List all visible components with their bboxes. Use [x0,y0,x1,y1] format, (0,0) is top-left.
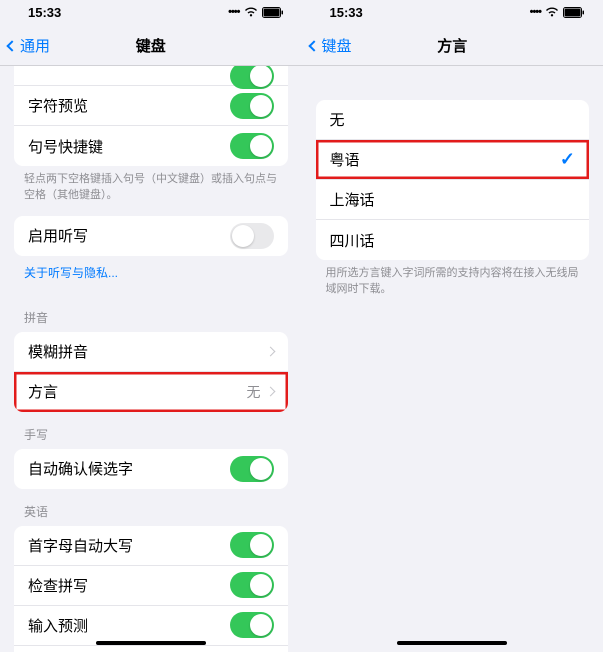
battery-icon [563,7,585,18]
status-bar: 15:33 •••• [0,0,302,20]
toggle-period-shortcut[interactable] [230,133,274,159]
toggle-auto-caps[interactable] [230,532,274,558]
home-indicator[interactable] [96,641,206,645]
group-general: 字符预览 句号快捷键 轻点两下空格键插入句号（中文键盘）或插入句点与空格（其他键… [0,66,302,216]
settings-content: 字符预览 句号快捷键 轻点两下空格键插入句号（中文键盘）或插入句点与空格（其他键… [0,66,302,652]
battery-icon [262,7,284,18]
status-time: 15:33 [330,5,363,20]
list-item-slide-delete[interactable]: 滑行键入时逐词删除 [14,646,288,652]
keyboard-settings-screen: 15:33 •••• 通用 键盘 字符预览 句号快捷键 [0,0,302,652]
back-label: 通用 [20,35,50,56]
row-label: 四川话 [330,230,375,251]
toggle-dictation[interactable] [230,223,274,249]
back-label: 键盘 [322,35,352,56]
row-label: 输入预测 [28,615,88,636]
row-label: 自动确认候选字 [28,458,133,479]
chevron-left-icon [6,40,17,51]
toggle-char-preview[interactable] [230,93,274,119]
chevron-right-icon [265,346,275,356]
signal-dots-icon: •••• [228,6,239,18]
group-dictation: 启用听写 关于听写与隐私... [0,216,302,295]
list-item-cut [14,66,288,86]
row-label: 模糊拼音 [28,341,88,362]
list-item-fuzzy-pinyin[interactable]: 模糊拼音 [14,332,288,372]
wifi-icon [244,7,258,17]
footer-text: 用所选方言键入字词所需的支持内容将在接入无线局域网时下载。 [302,260,603,310]
row-label: 字符预览 [28,95,88,116]
list-item-predictive[interactable]: 输入预测 [14,606,288,646]
toggle-check-spelling[interactable] [230,572,274,598]
nav-bar: 通用 键盘 [0,26,302,66]
group-english: 英语 首字母自动大写 检查拼写 输入预测 滑行键入时逐词删除 [0,489,302,652]
signal-dots-icon: •••• [530,6,541,18]
list-item-dialect[interactable]: 方言 无 [14,372,288,412]
wifi-icon [545,7,559,17]
toggle-auto-confirm[interactable] [230,456,274,482]
row-label: 检查拼写 [28,575,88,596]
row-label: 无 [330,109,345,130]
section-header: 英语 [0,489,302,526]
section-header: 手写 [0,412,302,449]
chevron-right-icon [265,387,275,397]
row-label: 启用听写 [28,225,88,246]
list-item-auto-confirm[interactable]: 自动确认候选字 [14,449,288,489]
page-title: 键盘 [136,35,166,56]
row-detail-value: 无 [247,382,261,402]
row-label: 首字母自动大写 [28,535,133,556]
home-indicator[interactable] [397,641,507,645]
group-pinyin: 拼音 模糊拼音 方言 无 [0,295,302,412]
toggle-predictive[interactable] [230,612,274,638]
section-header: 拼音 [0,295,302,332]
status-icons: •••• [530,6,585,18]
row-label: 方言 [28,381,58,402]
page-title: 方言 [437,35,467,56]
checkmark-icon: ✓ [560,149,575,170]
dictation-privacy-link[interactable]: 关于听写与隐私... [0,256,302,295]
row-label: 句号快捷键 [28,136,103,157]
group-handwriting: 手写 自动确认候选字 [0,412,302,489]
status-bar: 15:33 •••• [302,0,603,20]
nav-bar: 键盘 方言 [302,26,603,66]
list-item-check-spelling[interactable]: 检查拼写 [14,566,288,606]
row-label: 粤语 [330,149,360,170]
dialect-content: 无 粤语 ✓ 上海话 四川话 用所选方言键入字词所需的支持内容将在接入无线局域网… [302,66,603,652]
dialect-settings-screen: 15:33 •••• 键盘 方言 无 粤语 ✓ 上海话 [302,0,603,652]
list-item-period-shortcut[interactable]: 句号快捷键 [14,126,288,166]
list-item-auto-caps[interactable]: 首字母自动大写 [14,526,288,566]
row-label: 上海话 [330,189,375,210]
back-button[interactable]: 键盘 [310,35,352,56]
group-dialects: 无 粤语 ✓ 上海话 四川话 用所选方言键入字词所需的支持内容将在接入无线局域网… [302,100,603,310]
dialect-option-shanghainese[interactable]: 上海话 [316,180,590,220]
dialect-option-cantonese[interactable]: 粤语 ✓ [316,140,590,180]
footer-text: 轻点两下空格键插入句号（中文键盘）或插入句点与空格（其他键盘）。 [0,166,302,216]
chevron-left-icon [308,40,319,51]
dialect-option-sichuanese[interactable]: 四川话 [316,220,590,260]
list-item-dictation[interactable]: 启用听写 [14,216,288,256]
status-time: 15:33 [28,5,61,20]
back-button[interactable]: 通用 [8,35,50,56]
list-item-char-preview[interactable]: 字符预览 [14,86,288,126]
status-icons: •••• [228,6,283,18]
dialect-option-none[interactable]: 无 [316,100,590,140]
